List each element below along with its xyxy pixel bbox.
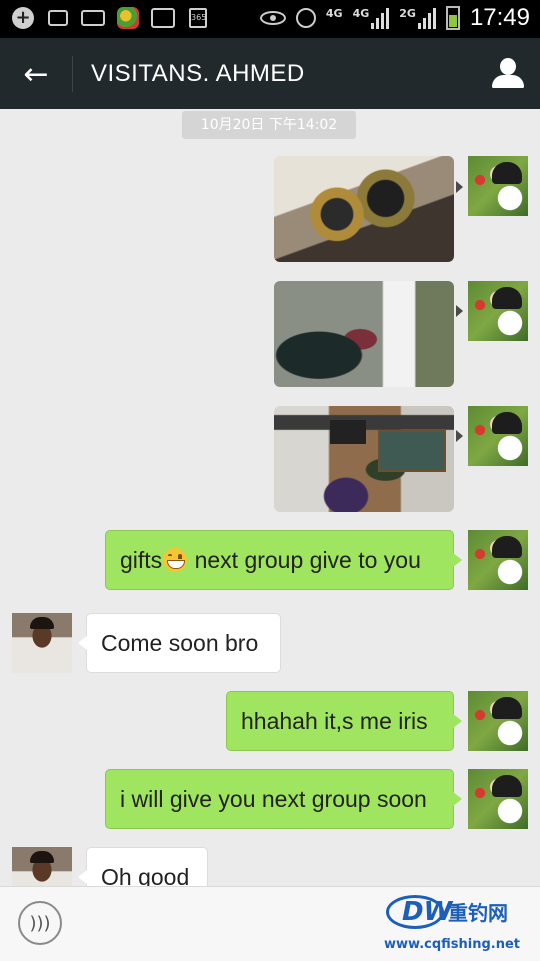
- header-divider: [72, 56, 73, 92]
- contact-avatar[interactable]: [12, 847, 72, 886]
- chat-header: ← VISITANS. AHMED: [0, 38, 540, 109]
- message-text: i will give you next group soon: [120, 786, 427, 812]
- app-icon: [115, 7, 141, 29]
- watermark-logo-text: DW: [402, 897, 453, 927]
- network-label: 4G: [325, 6, 343, 20]
- self-avatar[interactable]: [468, 406, 528, 466]
- watermark-name: 重钓网: [448, 901, 508, 925]
- bubble-tail: [456, 181, 463, 193]
- message-text: gifts: [120, 547, 163, 573]
- alarm-icon: [295, 8, 316, 28]
- outgoing-message[interactable]: i will give you next group soon: [105, 769, 462, 829]
- outgoing-message[interactable]: gifts next group give to you: [105, 530, 462, 590]
- message-text: Oh good: [101, 864, 190, 886]
- gallery-icon: [150, 7, 176, 29]
- message-list[interactable]: 10月20日 下午14:02 gifts next group give to …: [0, 109, 540, 886]
- bubble-tail: [456, 305, 463, 317]
- add-icon: +: [10, 7, 36, 29]
- system-icons: 4G 4G 2G 17:49: [259, 4, 530, 32]
- network-label: 4G: [352, 7, 370, 20]
- back-arrow-icon[interactable]: ←: [14, 54, 58, 94]
- signal-icon: 2G: [399, 7, 436, 29]
- voice-icon[interactable]: ))): [18, 901, 62, 945]
- watermark: DW 重钓网 www.cqfishing.net: [382, 893, 532, 955]
- signal-icon: 4G: [326, 8, 343, 29]
- eye-icon: [259, 11, 286, 25]
- profile-icon[interactable]: [488, 54, 528, 94]
- incoming-message[interactable]: Oh good: [78, 847, 208, 886]
- message-text: next group give to you: [188, 547, 421, 573]
- image-message[interactable]: [274, 281, 454, 387]
- self-avatar[interactable]: [468, 691, 528, 751]
- status-bar: + 365 4G 4G 2G 17:49: [0, 0, 540, 38]
- calendar-icon: 365: [185, 7, 211, 29]
- contact-avatar[interactable]: [12, 613, 72, 673]
- self-avatar[interactable]: [468, 156, 528, 216]
- watermark-url: www.cqfishing.net: [384, 937, 521, 952]
- input-bar: ))) DW 重钓网 www.cqfishing.net: [0, 886, 540, 961]
- image-message[interactable]: [274, 156, 454, 262]
- self-avatar[interactable]: [468, 769, 528, 829]
- outgoing-message[interactable]: hhahah it,s me iris: [226, 691, 462, 751]
- envelope-icon: [80, 7, 106, 29]
- bubble-tail: [456, 430, 463, 442]
- signal-icon: 4G: [353, 7, 390, 29]
- grinning-emoji-icon: [163, 548, 188, 572]
- clock: 17:49: [469, 4, 530, 31]
- incoming-message[interactable]: Come soon bro: [78, 613, 281, 673]
- message-text: hhahah it,s me iris: [241, 708, 428, 734]
- image-message[interactable]: [274, 406, 454, 512]
- network-label: 2G: [399, 7, 416, 20]
- mail-icon: [45, 7, 71, 29]
- chat-title: VISITANS. AHMED: [91, 60, 305, 87]
- self-avatar[interactable]: [468, 281, 528, 341]
- self-avatar[interactable]: [468, 530, 528, 590]
- message-text: Come soon bro: [101, 630, 259, 656]
- notification-icons: + 365: [10, 7, 211, 29]
- message-timestamp: 10月20日 下午14:02: [182, 111, 356, 139]
- battery-icon: [445, 6, 460, 30]
